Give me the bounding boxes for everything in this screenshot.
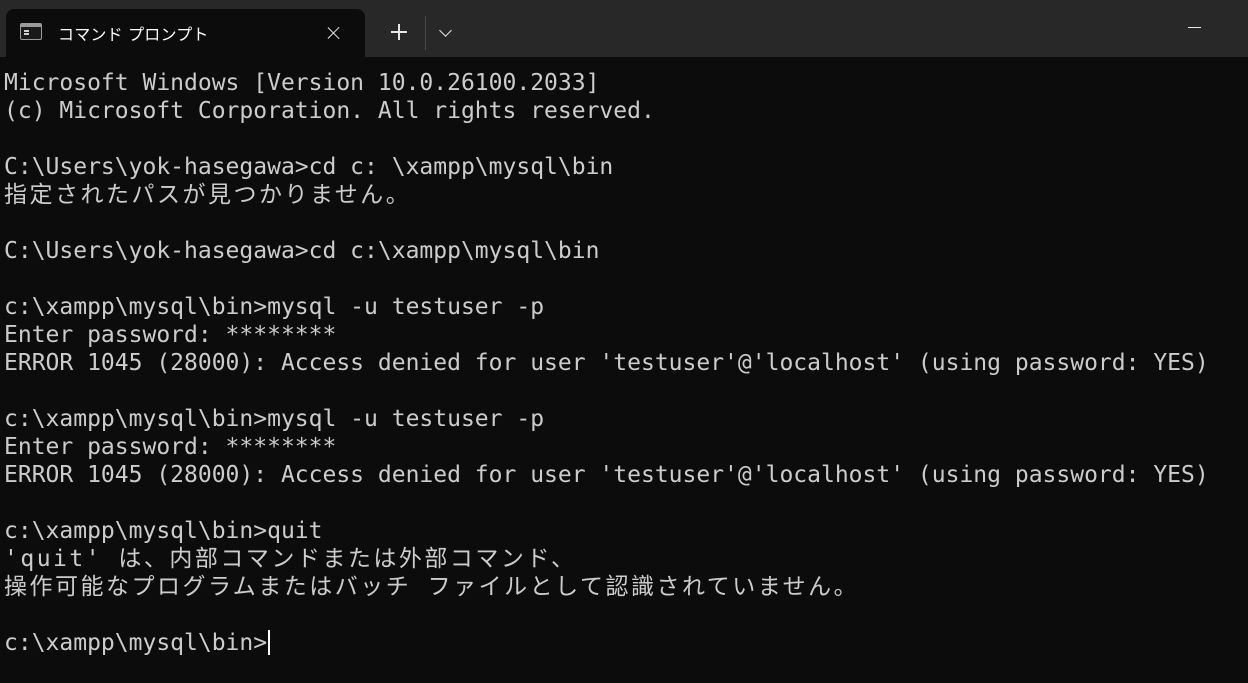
console-line: c:\xampp\mysql\bin>quit bbox=[4, 518, 323, 544]
tab-divider bbox=[425, 16, 426, 50]
console-icon bbox=[20, 23, 42, 40]
text-cursor bbox=[268, 630, 271, 655]
chevron-down-icon[interactable] bbox=[432, 17, 460, 47]
console-line: 操作可能なプログラムまたはバッチ ファイルとして認識されていません。 bbox=[4, 574, 860, 600]
close-icon[interactable] bbox=[324, 23, 344, 43]
console-line: c:\xampp\mysql\bin>mysql -u testuser -p bbox=[4, 294, 545, 320]
console-line: Enter password: ******** bbox=[4, 434, 337, 460]
plus-icon[interactable] bbox=[384, 17, 414, 47]
console-line: 指定されたパスが見つかりません。 bbox=[4, 182, 412, 208]
console-line: C:\Users\yok-hasegawa>cd c:\xampp\mysql\… bbox=[4, 238, 600, 264]
console-line: ERROR 1045 (28000): Access denied for us… bbox=[4, 462, 1209, 488]
title-bar: コマンド プロンプト bbox=[0, 0, 1248, 57]
terminal-window: コマンド プロンプト Microsoft Windows [Version 10… bbox=[0, 0, 1248, 683]
console-line: Enter password: ******** bbox=[4, 322, 337, 348]
tab-command-prompt[interactable]: コマンド プロンプト bbox=[6, 9, 365, 57]
console-line: (c) Microsoft Corporation. All rights re… bbox=[4, 98, 655, 124]
console-line: C:\Users\yok-hasegawa>cd c: \xampp\mysql… bbox=[4, 154, 614, 180]
prompt-line[interactable]: c:\xampp\mysql\bin> bbox=[4, 629, 1248, 657]
console-line: 'quit' は、内部コマンドまたは外部コマンド、 bbox=[4, 546, 577, 572]
console-line: ERROR 1045 (28000): Access denied for us… bbox=[4, 350, 1209, 376]
console-line: Microsoft Windows [Version 10.0.26100.20… bbox=[4, 70, 600, 96]
console-output[interactable]: Microsoft Windows [Version 10.0.26100.20… bbox=[4, 69, 1248, 683]
prompt-text: c:\xampp\mysql\bin> bbox=[4, 630, 268, 656]
tab-title: コマンド プロンプト bbox=[58, 25, 209, 44]
minimize-icon[interactable] bbox=[1170, 10, 1220, 44]
console-line: c:\xampp\mysql\bin>mysql -u testuser -p bbox=[4, 406, 545, 432]
